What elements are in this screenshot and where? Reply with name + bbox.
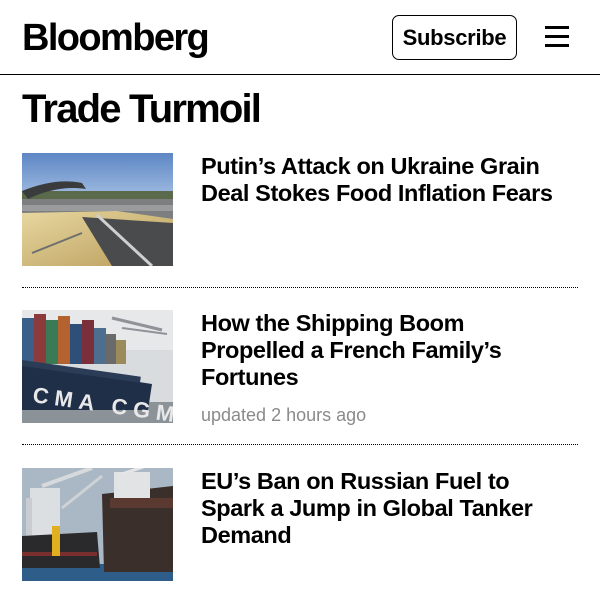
tanker-ships-photo[interactable] [22, 468, 173, 581]
story-item[interactable]: CMA CGM How the Shipping Boom Propelled … [22, 310, 578, 425]
subscribe-button[interactable]: Subscribe [392, 15, 517, 60]
story-headline[interactable]: EU’s Ban on Russian Fuel to Spark a Jump… [201, 468, 571, 549]
grain-loading-photo[interactable] [22, 153, 173, 266]
story-headline[interactable]: How the Shipping Boom Propelled a French… [201, 310, 571, 391]
story-updated-time: updated 2 hours ago [201, 405, 367, 425]
story-divider [22, 287, 578, 288]
hamburger-menu-icon[interactable] [545, 26, 569, 48]
story-headline[interactable]: Putin’s Attack on Ukraine Grain Deal Sto… [201, 153, 571, 207]
story-divider [22, 444, 578, 445]
container-ship-photo[interactable]: CMA CGM [22, 310, 173, 423]
story-item[interactable]: Putin’s Attack on Ukraine Grain Deal Sto… [22, 153, 578, 266]
story-item[interactable]: EU’s Ban on Russian Fuel to Spark a Jump… [22, 468, 578, 581]
section-title: Trade Turmoil [22, 87, 262, 131]
top-bar: Bloomberg Subscribe [0, 0, 600, 75]
bloomberg-logo[interactable]: Bloomberg [22, 14, 210, 62]
